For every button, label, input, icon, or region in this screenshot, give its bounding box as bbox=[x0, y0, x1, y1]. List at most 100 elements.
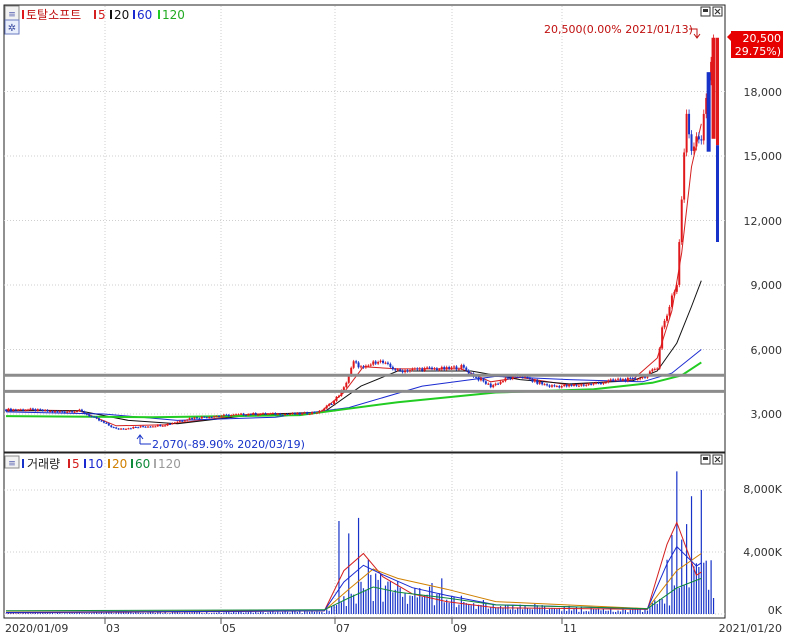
candle-body bbox=[590, 383, 593, 385]
candle-body bbox=[85, 413, 88, 415]
candle-body bbox=[406, 370, 409, 372]
candle-body bbox=[129, 428, 132, 430]
candle-body bbox=[156, 424, 159, 427]
candle-body bbox=[360, 366, 362, 368]
candle-body bbox=[323, 408, 326, 411]
candle-body bbox=[34, 409, 37, 411]
candle-body bbox=[311, 412, 314, 415]
candle-body bbox=[301, 413, 304, 415]
candle-body bbox=[706, 72, 711, 152]
candle-body bbox=[181, 420, 184, 422]
candle-body bbox=[418, 368, 421, 370]
candle-body bbox=[367, 365, 370, 367]
price-tick-label: 18,000 bbox=[744, 86, 783, 99]
candle-body bbox=[401, 370, 404, 373]
candle-body bbox=[46, 409, 49, 412]
price-tick-label: 12,000 bbox=[744, 215, 783, 228]
candle-body bbox=[487, 383, 490, 385]
candle-body bbox=[680, 199, 683, 243]
candle-body bbox=[377, 361, 380, 364]
candle-body bbox=[479, 378, 482, 381]
candle-body bbox=[614, 379, 617, 381]
candle-body bbox=[41, 409, 44, 411]
candle-body bbox=[700, 139, 703, 141]
legend-ma120: 120 bbox=[162, 8, 185, 22]
candle-body bbox=[670, 295, 673, 307]
legend-swatch bbox=[22, 10, 24, 19]
price-tick-label: 6,000 bbox=[751, 344, 783, 357]
candle-body bbox=[88, 414, 91, 417]
candle-body bbox=[460, 365, 463, 369]
candle-body bbox=[115, 427, 118, 429]
candle-body bbox=[617, 378, 620, 380]
volume-tick-label: 4,000K bbox=[743, 546, 782, 559]
candle-body bbox=[629, 377, 632, 379]
candle-body bbox=[95, 417, 98, 419]
legend-swatch-ma120 bbox=[158, 10, 160, 19]
candle-body bbox=[675, 284, 678, 292]
candle-body bbox=[651, 369, 654, 372]
candle-body bbox=[435, 368, 438, 371]
candle-body bbox=[105, 422, 108, 424]
candle-body bbox=[416, 368, 419, 370]
legend-swatch-ma5 bbox=[94, 10, 96, 19]
candle-body bbox=[262, 413, 265, 415]
candle-body bbox=[56, 411, 59, 413]
candle-body bbox=[683, 152, 686, 200]
candle-body bbox=[546, 384, 549, 386]
candle-body bbox=[352, 361, 355, 368]
legend-swatch-vol10 bbox=[84, 459, 86, 468]
high-annotation: 20,500(0.00% 2021/01/13) bbox=[544, 23, 701, 39]
current-price-box: 20,500 ( 29.75%) bbox=[727, 31, 783, 58]
candle-body bbox=[364, 365, 367, 368]
candle-body bbox=[568, 384, 571, 387]
candle-body bbox=[218, 416, 220, 418]
high-annotation-text: 20,500(0.00% 2021/01/13) bbox=[544, 23, 693, 36]
candle-body bbox=[553, 385, 556, 387]
candle-body bbox=[621, 379, 624, 381]
candle-body bbox=[252, 413, 255, 415]
candle-body bbox=[200, 416, 203, 419]
candle-body bbox=[711, 37, 716, 139]
candle-body bbox=[482, 378, 485, 382]
candle-body bbox=[151, 426, 154, 428]
candle-body bbox=[120, 428, 123, 430]
candle-body bbox=[98, 418, 101, 421]
candle-body bbox=[391, 366, 394, 370]
candle-body bbox=[208, 417, 211, 419]
candle-body bbox=[102, 421, 105, 423]
candle-body bbox=[303, 412, 306, 414]
candle-body bbox=[127, 428, 130, 430]
candle-body bbox=[609, 379, 612, 381]
legend-vol10: 10 bbox=[88, 457, 103, 471]
candle-body bbox=[465, 367, 468, 371]
candle-body bbox=[423, 367, 426, 371]
candle-body bbox=[308, 414, 311, 416]
candle-body bbox=[19, 409, 22, 411]
price-tick-label: 15,000 bbox=[744, 150, 783, 163]
candle-body bbox=[296, 412, 299, 415]
candle-body bbox=[53, 411, 56, 413]
candle-body bbox=[58, 411, 61, 413]
candle-body bbox=[328, 403, 331, 406]
candle-body bbox=[543, 384, 546, 386]
candle-body bbox=[139, 426, 142, 428]
candle-body bbox=[188, 418, 191, 420]
candle-body bbox=[264, 413, 267, 415]
candle-body bbox=[230, 415, 233, 417]
candle-body bbox=[492, 385, 495, 388]
candle-body bbox=[426, 367, 429, 369]
candle-body bbox=[431, 367, 433, 369]
volume-restore-icon bbox=[703, 457, 708, 460]
candle-body bbox=[222, 414, 225, 416]
candle-body bbox=[607, 380, 610, 383]
legend-swatch-ma20 bbox=[110, 10, 112, 19]
candle-body bbox=[550, 385, 553, 387]
candle-body bbox=[509, 378, 512, 380]
candle-body bbox=[276, 413, 279, 415]
candle-body bbox=[247, 414, 250, 416]
candle-body bbox=[29, 408, 32, 410]
candle-body bbox=[51, 411, 54, 413]
candle-body bbox=[626, 377, 629, 382]
legend-swatch-vol20 bbox=[108, 459, 110, 468]
